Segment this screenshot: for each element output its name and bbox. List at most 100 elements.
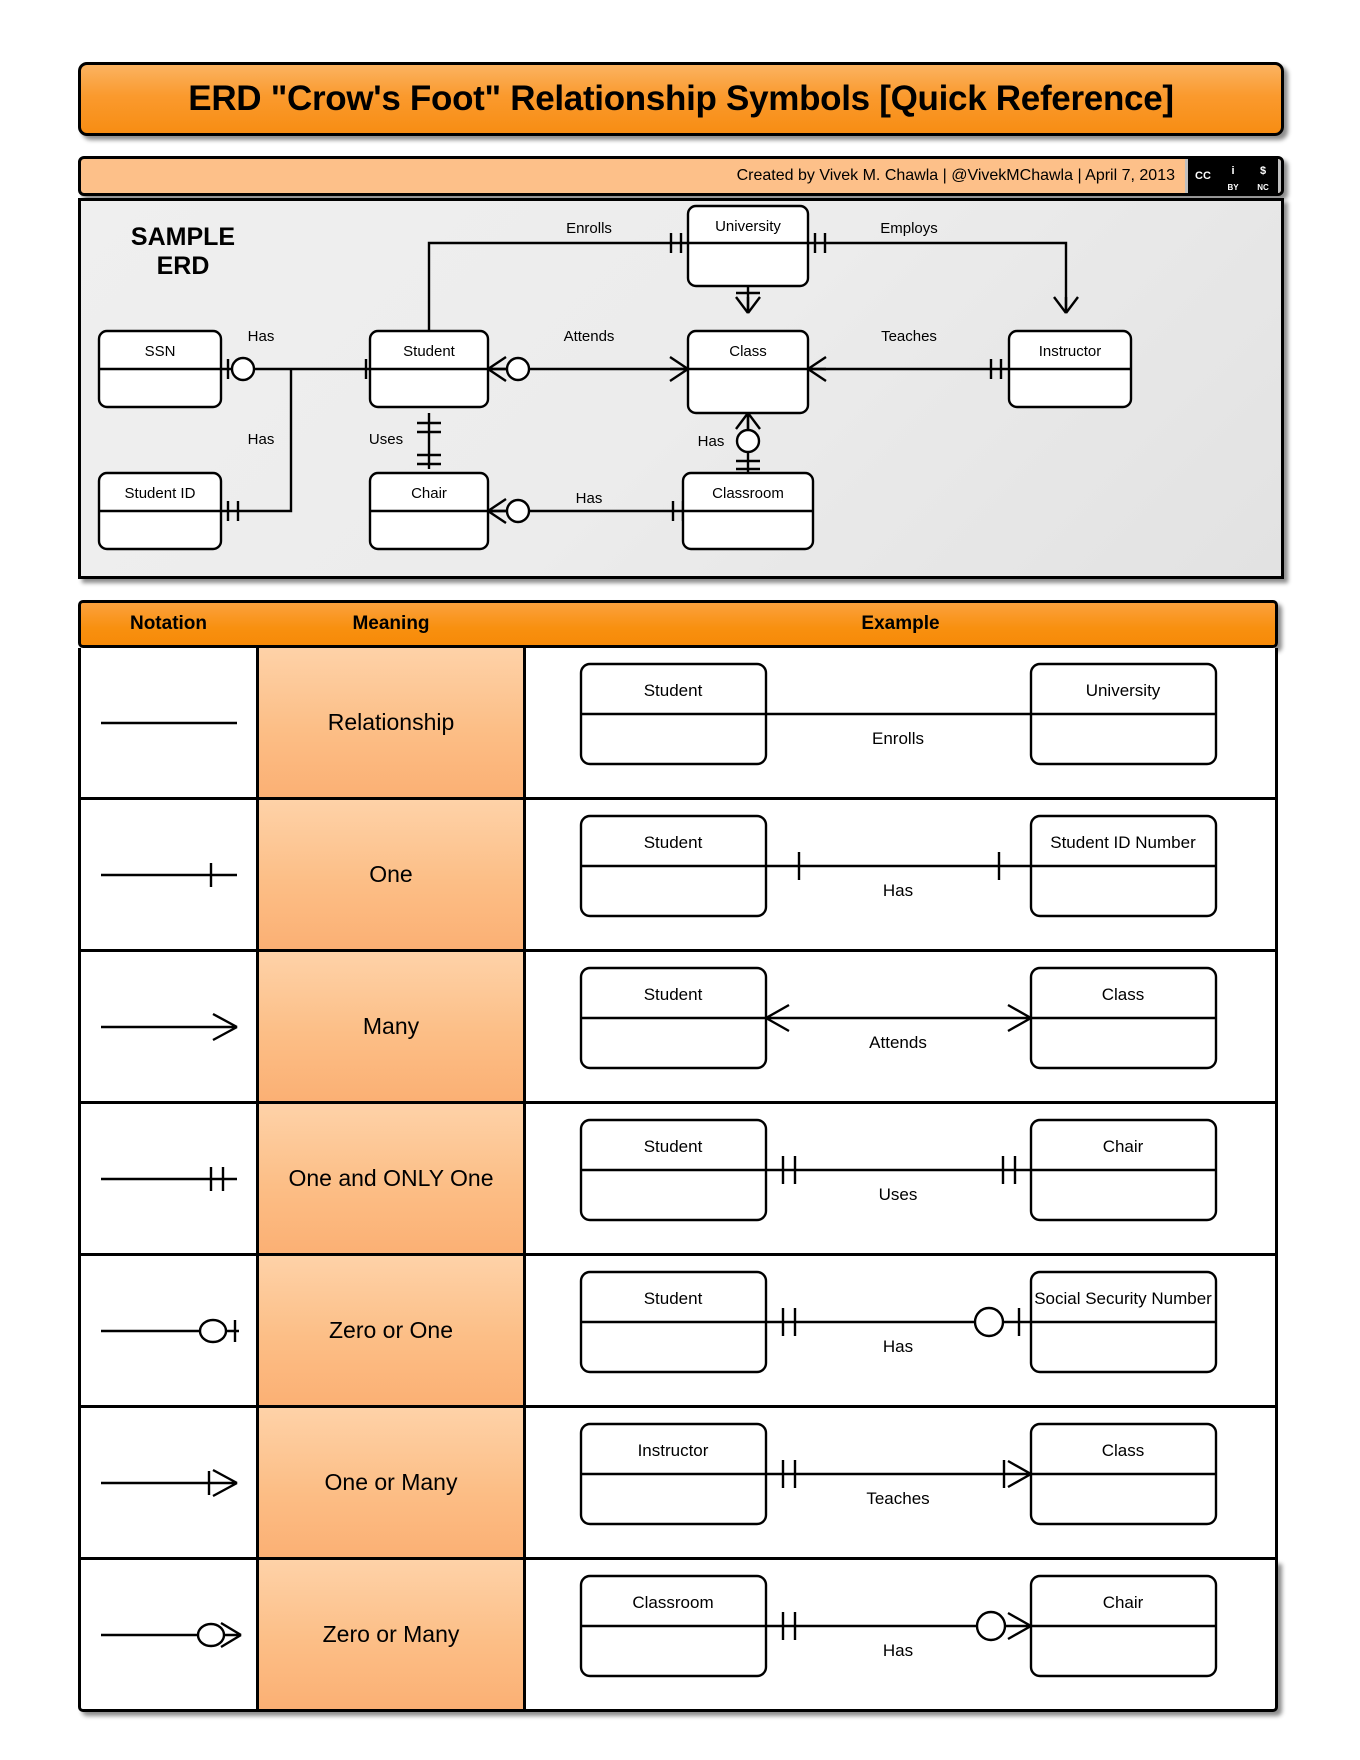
example-entity-label: Class [1101, 985, 1144, 1004]
example-entity-label: Chair [1102, 1137, 1143, 1156]
example-entity-right: Chair [1029, 1574, 1217, 1677]
erd-rel-label: Attends [564, 328, 615, 345]
erd-rel-label: Enrolls [566, 220, 612, 237]
column-header-example: Example [861, 613, 940, 634]
notation-cell [81, 800, 256, 949]
meaning-cell: Zero or Many [256, 1560, 526, 1709]
erd-rel-label: Employs [880, 220, 938, 237]
meaning-cell: One [256, 800, 526, 949]
example-entity-label: Instructor [637, 1441, 708, 1460]
notation-cell [81, 648, 256, 797]
example-diagram: Instructor Class Teaches [579, 1422, 1217, 1525]
notation-one-icon [100, 862, 237, 887]
meaning-cell: One and ONLY One [256, 1104, 526, 1253]
table-header-row: Notation Meaning Example [78, 600, 1278, 648]
erd-entity-label: Chair [411, 485, 447, 502]
erd-entity-label: Class [729, 343, 767, 360]
example-relationship-label: Has [882, 1337, 912, 1356]
example-entity-right: University [1029, 662, 1217, 765]
example-entity-left: Student [579, 1118, 767, 1221]
erd-entity-label: Instructor [1039, 343, 1102, 360]
example-entity-label: Class [1101, 1441, 1144, 1460]
meaning-cell: Many [256, 952, 526, 1101]
example-diagram: Student University Enrolls [579, 662, 1217, 765]
example-entity-right: Chair [1029, 1118, 1217, 1221]
example-cell: Student Class Attends [526, 952, 1275, 1101]
cc-nc-icon: $ NC [1248, 159, 1278, 193]
example-relationship-label: Teaches [866, 1489, 929, 1508]
table-row: One Student Student ID Number Has [78, 800, 1278, 952]
example-entity-left: Student [579, 662, 767, 765]
erd-entity-university: University [686, 204, 810, 288]
erd-entity-student-id: Student ID [97, 471, 223, 551]
example-relationship-label: Enrolls [872, 729, 924, 748]
erd-entity-ssn: SSN [97, 329, 223, 409]
example-entity-left: Student [579, 814, 767, 917]
table-row: One or Many Instructor Class Teaches [78, 1408, 1278, 1560]
notation-one-or-many-icon [100, 1468, 238, 1497]
cc-by-label: BY [1218, 183, 1248, 192]
table-row: One and ONLY One Student Chair Uses [78, 1104, 1278, 1256]
example-diagram: Student Social Security Number Has [579, 1270, 1217, 1373]
erd-entity-label: University [715, 218, 781, 235]
example-entity-label: Student [643, 1289, 702, 1308]
example-cell: Student Student ID Number Has [526, 800, 1275, 949]
erd-entity-student: Student [368, 329, 490, 409]
meaning-cell: One or Many [256, 1408, 526, 1557]
erd-entity-label: Classroom [712, 485, 784, 502]
notation-line-icon [100, 721, 237, 724]
cc-by-glyph: i [1221, 160, 1245, 183]
example-entity-right: Student ID Number [1029, 814, 1217, 917]
erd-entity-class: Class [686, 329, 810, 415]
example-diagram: Student Chair Uses [579, 1118, 1217, 1221]
table-row: Relationship Student University Enrolls [78, 648, 1278, 800]
meaning-cell: Zero or One [256, 1256, 526, 1405]
notation-cell [81, 1256, 256, 1405]
cc-icon: CC [1188, 159, 1218, 193]
notation-cell [81, 1408, 256, 1557]
example-cell: Instructor Class Teaches [526, 1408, 1275, 1557]
example-entity-right: Social Security Number [1029, 1270, 1217, 1373]
example-entity-left: Student [579, 966, 767, 1069]
cc-nc-glyph: $ [1251, 160, 1275, 183]
sample-erd-diagram: .ln{stroke:#000;stroke-width:2.4;fill:no… [97, 204, 1133, 551]
column-header-meaning: Meaning [352, 613, 430, 634]
example-relationship-label: Has [882, 881, 912, 900]
credit-bar: Created by Vivek M. Chawla | @VivekMChaw… [78, 156, 1284, 196]
example-entity-left: Student [579, 1270, 767, 1373]
example-entity-label: Student [643, 985, 702, 1004]
creative-commons-badges: CC i BY $ NC [1185, 159, 1281, 193]
notation-zero-or-one-icon [100, 1318, 239, 1343]
page-title: ERD "Crow's Foot" Relationship Symbols [… [188, 79, 1174, 118]
example-entity-left: Classroom [579, 1574, 767, 1677]
example-entity-label: Classroom [632, 1593, 713, 1612]
example-cell: Student Social Security Number Has [526, 1256, 1275, 1405]
erd-rel-label: Teaches [881, 328, 937, 345]
example-diagram: Student Class Attends [579, 966, 1217, 1069]
example-entity-label: Student ID Number [1050, 833, 1196, 852]
example-diagram: Student Student ID Number Has [579, 814, 1217, 917]
table-row: Zero or One Student Social Security Numb… [78, 1256, 1278, 1408]
cc-icon-label: CC [1191, 164, 1215, 188]
example-entity-label: Student [643, 833, 702, 852]
erd-rel-label: Has [248, 431, 275, 448]
erd-entity-label: Student ID [125, 485, 196, 502]
cc-nc-label: NC [1248, 183, 1278, 192]
example-entity-label: Social Security Number [1034, 1289, 1212, 1308]
example-entity-right: Class [1029, 1422, 1217, 1525]
example-cell: Student Chair Uses [526, 1104, 1275, 1253]
notation-reference-table: Notation Meaning Example Relationship St… [78, 600, 1278, 1712]
erd-rel-label: Has [576, 490, 603, 507]
sample-erd-panel: SAMPLE ERD .ln{stroke:#000;stroke-width:… [78, 198, 1284, 579]
erd-entity-instructor: Instructor [1007, 329, 1133, 409]
example-entity-label: Student [643, 1137, 702, 1156]
example-entity-label: Student [643, 681, 702, 700]
notation-cell [81, 952, 256, 1101]
example-entity-left: Instructor [579, 1422, 767, 1525]
erd-entity-classroom: Classroom [681, 471, 815, 551]
notation-one-only-one-icon [100, 1166, 237, 1191]
example-entity-label: Chair [1102, 1593, 1143, 1612]
table-row: Many Student Class Attends [78, 952, 1278, 1104]
erd-rel-label: Has [248, 328, 275, 345]
column-header-notation: Notation [129, 613, 208, 634]
